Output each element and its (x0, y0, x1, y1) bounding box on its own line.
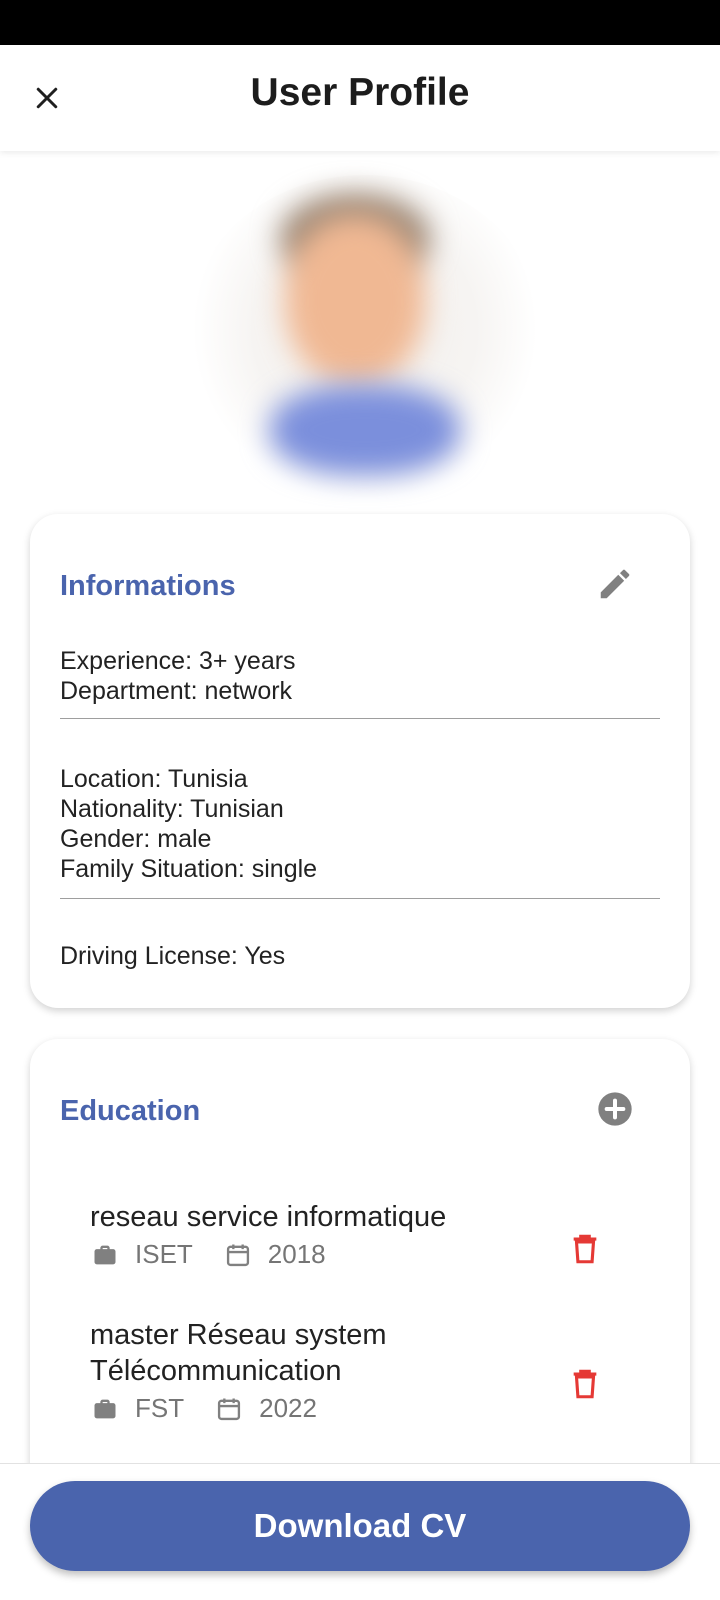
info-family-situation: Family Situation: single (60, 855, 318, 883)
delete-education-button[interactable] (560, 1359, 610, 1409)
info-location: Location: Tunisia (60, 765, 248, 793)
pencil-icon (600, 569, 630, 599)
info-department: Department: network (60, 677, 293, 705)
informations-title: Informations (60, 570, 236, 602)
education-institution: ISET (135, 1239, 193, 1269)
education-title: Education (60, 1095, 201, 1127)
education-year: 2018 (267, 1239, 326, 1269)
calendar-icon (214, 1394, 244, 1424)
divider (60, 718, 660, 719)
divider (60, 898, 660, 899)
briefcase-icon (90, 1240, 120, 1270)
info-driving-license: Driving License: Yes (60, 942, 286, 970)
avatar (185, 175, 545, 497)
trash-icon (573, 1234, 597, 1264)
trash-icon (573, 1369, 597, 1399)
education-year: 2022 (259, 1393, 317, 1423)
app-bar: User Profile (0, 45, 720, 151)
edit-button[interactable] (589, 558, 641, 610)
education-card: Education reseau service informatique IS… (30, 1039, 690, 1463)
profile-scroll-area[interactable]: Informations Experience: 3+ years Depart… (0, 151, 720, 1463)
info-gender: Gender: male (60, 825, 212, 853)
informations-card: Informations Experience: 3+ years Depart… (30, 514, 690, 1008)
delete-education-button[interactable] (560, 1224, 610, 1274)
status-bar (0, 0, 720, 45)
page-title: User Profile (250, 71, 470, 114)
info-nationality: Nationality: Tunisian (60, 795, 284, 823)
briefcase-icon (90, 1394, 120, 1424)
bottom-action-bar: Download CV (0, 1463, 720, 1600)
add-education-button[interactable] (589, 1083, 641, 1135)
download-cv-button[interactable]: Download CV (30, 1481, 690, 1571)
education-degree-line1: master Réseau system (90, 1319, 387, 1351)
education-institution: FST (135, 1393, 185, 1423)
add-circle-icon (598, 1092, 632, 1126)
calendar-icon (223, 1240, 253, 1270)
info-experience: Experience: 3+ years (60, 647, 296, 675)
